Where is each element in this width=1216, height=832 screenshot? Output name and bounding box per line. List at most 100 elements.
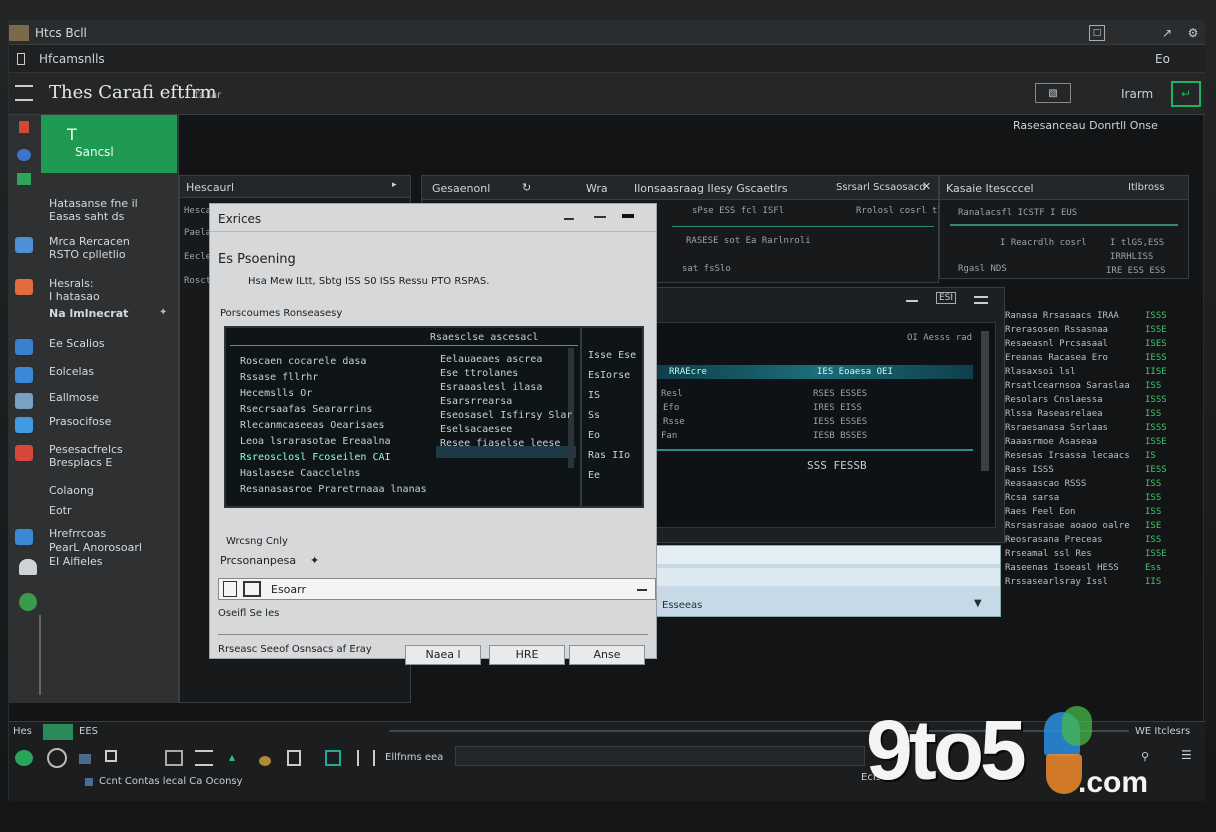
tray-label[interactable]: Esseeas — [662, 600, 702, 611]
tab-general[interactable]: Gesaenonl — [432, 182, 490, 195]
dialog-input-value: Esoarr — [271, 583, 307, 596]
checkbox-icon[interactable] — [243, 581, 261, 597]
globe-icon[interactable] — [19, 593, 37, 611]
dialog-heading: Es Psoening — [218, 252, 296, 267]
top-panel-header: Gesaenonl ↻ Wra Ilonsaasraag Ilesy Gscae… — [422, 176, 938, 200]
screen: Htcs Bcll □ ↗ ⚙ Hfcamsnlls Eo Thes Caraf… — [8, 20, 1205, 801]
dialog-field-icon[interactable]: ✦ — [310, 554, 319, 567]
taskbar-search[interactable] — [455, 746, 865, 766]
right-list-value: ISS — [1145, 409, 1162, 419]
right-list-value: IISE — [1145, 367, 1167, 377]
top-right-row: Rgasl NDS — [958, 264, 1007, 274]
app-icon-2[interactable] — [105, 750, 117, 762]
app-icon-8[interactable] — [325, 750, 341, 766]
right-list-value: ISS — [1145, 479, 1162, 489]
menu-item[interactable]: Hfcamsnlls — [39, 52, 105, 66]
right-list-row: Rsrsasrasae aoaoo oalre — [1005, 521, 1130, 531]
minimize-icon[interactable] — [906, 300, 918, 302]
media-row: Resl — [661, 389, 683, 399]
close-icon[interactable]: ✕ — [922, 180, 931, 193]
dialog-input-clear-icon[interactable] — [637, 589, 647, 591]
dialog-minimize-icon[interactable] — [564, 218, 574, 220]
sidebar-item-8[interactable]: Pesesacfrelcs Bresplacs E — [9, 441, 177, 471]
terminal-left-row: Roscaen cocarele dasa — [240, 356, 367, 367]
hamburger-menu-icon[interactable] — [15, 85, 33, 101]
app-icon-1[interactable] — [79, 754, 91, 764]
sidebar-item-7[interactable]: Prasocifose — [9, 413, 177, 443]
dialog-button-apply[interactable]: Anse — [569, 645, 645, 665]
sidebar-item-4[interactable]: Ee Scalios — [9, 335, 177, 365]
sidebar-item-9[interactable]: Colaong Eotr — [9, 479, 177, 517]
terminal-right-row: Ee — [588, 470, 601, 481]
app-icon-5[interactable]: ▴ — [229, 750, 247, 766]
top-panel-accent-line — [672, 226, 934, 227]
clock-icon[interactable] — [47, 748, 67, 768]
dialog-maximize-icon[interactable] — [594, 216, 606, 218]
layout-icon[interactable]: ▧ — [1035, 83, 1071, 103]
right-list-value: ISES — [1145, 339, 1167, 349]
terminal-right-row: Isse Ese — [588, 350, 637, 361]
app-icon-9[interactable] — [357, 750, 375, 766]
dialog-button-file[interactable]: HRE — [489, 645, 565, 665]
doc-icon — [15, 529, 33, 545]
dialog-input[interactable]: Esoarr — [218, 578, 656, 600]
expand-icon[interactable]: ▸ — [392, 180, 397, 190]
sidebar-item-label: Prasocifose — [49, 415, 112, 428]
right-list-value: ISSE — [1145, 325, 1167, 335]
sidebar-item-1[interactable]: Mrca Rercacen RSTO cplletlio — [9, 233, 177, 263]
terminal-scrollbar[interactable] — [568, 348, 574, 468]
top-panel-header-3[interactable]: Ssrsarl Scsaosacd — [836, 182, 926, 193]
terminal-left-row: Hecemslls Or — [240, 388, 313, 399]
watermark-text-main: 9to5 — [866, 703, 1027, 797]
refresh-icon[interactable]: ↻ — [522, 181, 531, 194]
taskbar-top-left: Hes — [13, 726, 32, 737]
app-icon-3[interactable] — [165, 750, 183, 766]
dialog-section-label: Porscoumes Ronseasesy — [220, 308, 343, 319]
media-divider — [657, 449, 973, 451]
start-icon[interactable] — [15, 750, 33, 766]
app-icon-7[interactable] — [287, 750, 301, 766]
top-panel-header-1[interactable]: Wra — [586, 182, 608, 195]
cloud-icon[interactable] — [19, 559, 37, 575]
sidebar-item-2[interactable]: Hesrals: I hatasao — [9, 275, 177, 305]
media-scrollbar[interactable] — [981, 331, 989, 471]
sidebar-header-label: Sancsl — [75, 145, 114, 159]
green-action-icon[interactable]: ↵ — [1171, 81, 1201, 107]
right-list-value: ISSE — [1145, 437, 1167, 447]
terminal-left-row: Rssase fllrhr — [240, 372, 319, 383]
menu-item-right[interactable]: Eo — [1155, 52, 1170, 66]
top-panel-row: sPse ESS fcl ISFl — [692, 206, 785, 216]
settings-gear-icon[interactable]: ⚙ — [1185, 25, 1201, 41]
sidebar-item-3[interactable]: Na lmlnecrat ✦ — [9, 305, 177, 335]
sidebar-item-0[interactable]: Hatasanse fne il Easas saht ds — [9, 195, 177, 225]
mail-icon — [15, 367, 33, 383]
app-icon-6[interactable] — [259, 756, 271, 766]
media-panel: ESI OI Aesss rad RRAEcre IES Eoaesa OEI … — [655, 287, 1005, 543]
toolbar-label[interactable]: Irarm — [1121, 87, 1153, 101]
right-list-value: ISS — [1145, 381, 1162, 391]
taskbar-green-tab[interactable] — [43, 724, 73, 740]
media-badge[interactable]: ESI — [936, 292, 957, 304]
header-right-label: Rasesanceau Donrtll Onse — [1013, 119, 1158, 132]
taskbar-app[interactable]: Ellfnms eea — [385, 752, 443, 763]
app-icon-4[interactable] — [195, 750, 213, 766]
dialog-button-new[interactable]: Naea l — [405, 645, 481, 665]
tray-dropdown-icon[interactable]: ▼ — [974, 598, 982, 609]
menu-lines-icon[interactable] — [974, 296, 988, 304]
top-right-panel-label[interactable]: Itlbross — [1128, 182, 1164, 193]
sidebar-item-label: Hrefrrcoas PearL Anorosoarl EI Aifieles — [49, 527, 142, 568]
pin-icon[interactable]: ✦ — [159, 307, 167, 318]
terminal-mid-row: Eelauaeaes ascrea — [440, 354, 543, 365]
media-screen: OI Aesss rad RRAEcre IES Eoaesa OEI Resl… — [656, 322, 996, 528]
sidebar-header[interactable]: T Sancsl — [41, 115, 177, 173]
share-icon[interactable]: ↗ — [1159, 25, 1175, 41]
menu-icon[interactable] — [17, 53, 25, 65]
restore-icon[interactable]: □ — [1089, 25, 1105, 41]
left-panel-row: Eecle — [184, 252, 212, 262]
right-list-row: Rcsa sarsa — [1005, 493, 1060, 503]
dialog-close-icon[interactable] — [622, 214, 634, 218]
top-right-value: IRRHLISS — [1110, 252, 1154, 262]
top-panel-header-2[interactable]: Ilonsaasraag Ilesy Gscaetlrs — [634, 182, 788, 195]
terminal-left-row: Resanasasroe Praretrnaaa lnanas — [240, 484, 427, 495]
top-panel-row: RASESE sot Ea Rarlnroli — [686, 236, 811, 246]
